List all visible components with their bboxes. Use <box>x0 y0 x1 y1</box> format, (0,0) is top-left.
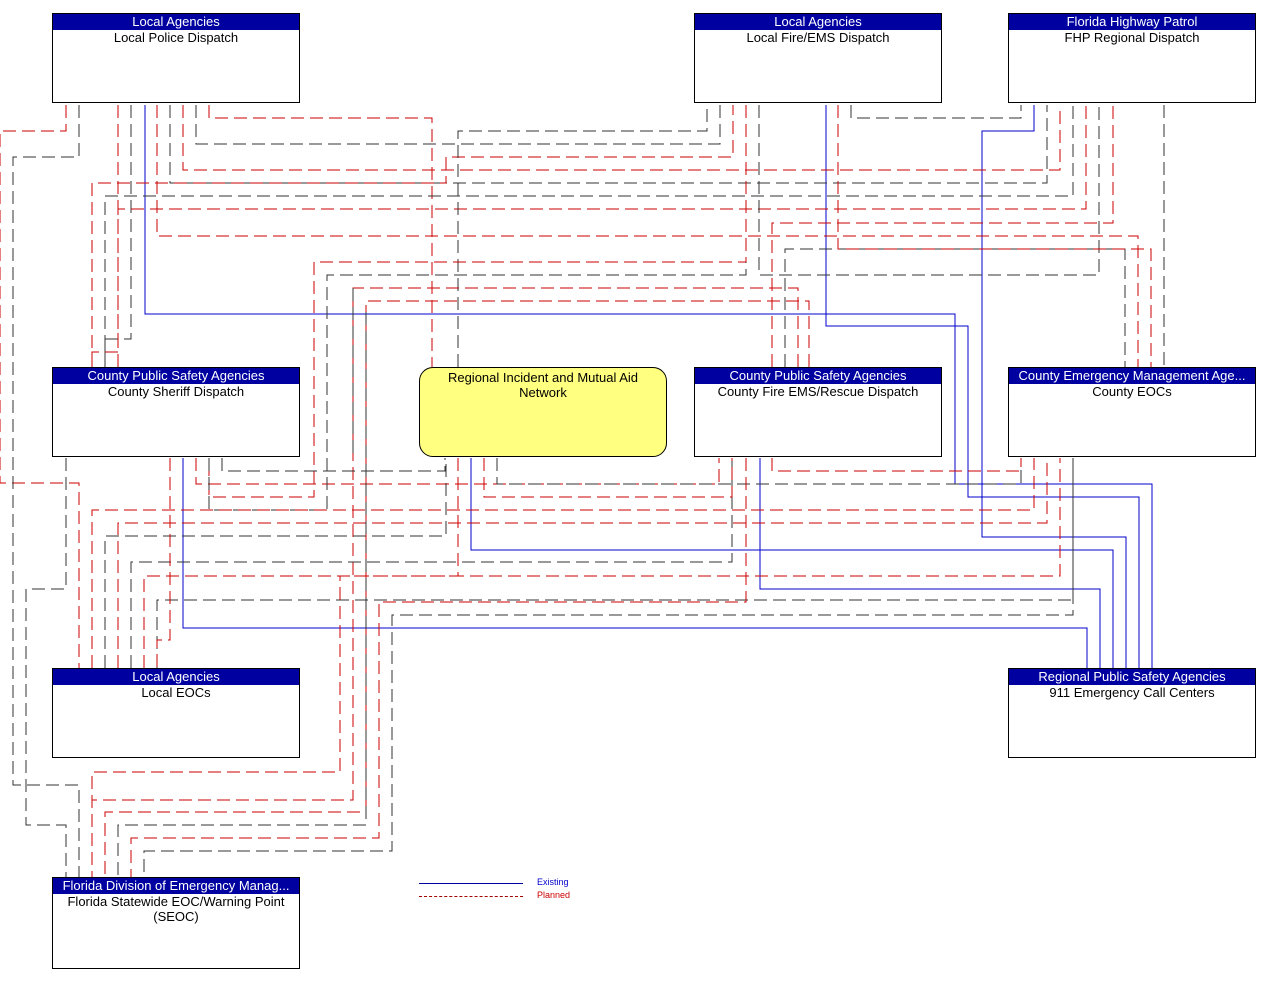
node-agency: Local Agencies <box>53 669 299 685</box>
planned-flow-line <box>143 458 1061 668</box>
node-agency: County Public Safety Agencies <box>695 368 941 384</box>
node-agency: County Emergency Management Age... <box>1009 368 1255 384</box>
node-name: County Fire EMS/Rescue Dispatch <box>717 384 919 399</box>
node-agency: Regional Public Safety Agencies <box>1009 669 1255 685</box>
legend-existing-line <box>419 883 523 884</box>
planned-flow-line <box>12 105 80 877</box>
planned-flow-line <box>771 458 1022 472</box>
planned-flow-line <box>130 458 733 668</box>
node-name: Local EOCs <box>141 685 211 700</box>
planned-flow-line <box>104 458 447 668</box>
node-agency: Local Agencies <box>53 14 299 30</box>
planned-flow-line <box>221 458 446 472</box>
legend-planned-line <box>419 896 523 897</box>
node-name: Florida Statewide EOC/Warning Point (SEO… <box>67 894 285 924</box>
node-name: Local Fire/EMS Dispatch <box>746 30 890 45</box>
node-county-sheriff-dispatch[interactable]: County Public Safety Agencies County She… <box>52 367 300 457</box>
node-county-fire-ems-dispatch[interactable]: County Public Safety Agencies County Fir… <box>694 367 942 457</box>
node-agency: Local Agencies <box>695 14 941 30</box>
node-name: 911 Emergency Call Centers <box>1049 685 1215 700</box>
node-name: County Sheriff Dispatch <box>107 384 245 399</box>
node-911-call-centers[interactable]: Regional Public Safety Agencies 911 Emer… <box>1008 668 1256 758</box>
node-local-police-dispatch[interactable]: Local Agencies Local Police Dispatch <box>52 13 300 103</box>
node-local-fire-ems-dispatch[interactable]: Local Agencies Local Fire/EMS Dispatch <box>694 13 942 103</box>
existing-flow-line <box>470 458 1114 668</box>
node-county-eocs[interactable]: County Emergency Management Age... Count… <box>1008 367 1256 457</box>
node-name: Local Police Dispatch <box>113 30 239 45</box>
node-local-eocs[interactable]: Local Agencies Local EOCs <box>52 668 300 758</box>
planned-flow-line <box>182 105 1061 171</box>
node-name: FHP Regional Dispatch <box>1064 30 1200 45</box>
planned-flow-line <box>91 458 1035 668</box>
planned-flow-line <box>117 458 1048 668</box>
planned-flow-line <box>156 458 171 668</box>
node-agency: Florida Division of Emergency Manag... <box>53 878 299 894</box>
planned-flow-line <box>156 105 1139 367</box>
planned-flow-line <box>156 458 1074 668</box>
node-fhp-regional-dispatch[interactable]: Florida Highway Patrol FHP Regional Disp… <box>1008 13 1256 103</box>
existing-flow-line <box>759 458 1101 668</box>
legend-planned-label: Planned <box>537 890 571 900</box>
planned-flow-line <box>850 105 1022 119</box>
legend-existing-label: Existing <box>537 877 569 887</box>
flow-lines <box>0 105 1165 877</box>
node-name: County EOCs <box>1092 384 1172 399</box>
node-regional-incident-network[interactable]: Regional Incident and Mutual Aid Network <box>419 367 667 457</box>
planned-flow-line <box>483 458 733 498</box>
node-statewide-eoc[interactable]: Florida Division of Emergency Manag... F… <box>52 877 300 969</box>
node-agency: Florida Highway Patrol <box>1009 14 1255 30</box>
existing-flow-line <box>182 458 1088 668</box>
node-name: Regional Incident and Mutual Aid Network <box>447 370 639 400</box>
node-agency: County Public Safety Agencies <box>53 368 299 384</box>
